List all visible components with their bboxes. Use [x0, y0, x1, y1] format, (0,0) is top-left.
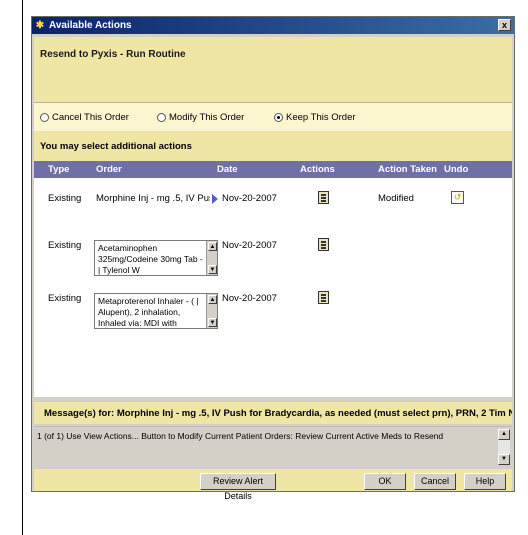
cancel-order-label: Cancel This Order: [52, 112, 129, 123]
order-text-box[interactable]: Acetaminophen 325mg/Codeine 30mg Tab - |…: [94, 240, 218, 276]
message-header: Message(s) for: Morphine Inj - mg .5, IV…: [34, 402, 512, 424]
row-type: Existing: [48, 240, 82, 251]
header-action-taken: Action Taken: [378, 164, 437, 175]
modify-order-label: Modify This Order: [169, 112, 245, 123]
header-order: Order: [96, 164, 122, 175]
radio-dot[interactable]: [40, 113, 49, 122]
help-button[interactable]: Help: [464, 473, 506, 490]
row-type: Existing: [48, 293, 82, 304]
actions-icon[interactable]: [318, 238, 329, 251]
keep-order-label: Keep This Order: [286, 112, 356, 123]
grid-header: Type Order Date Actions Action Taken Und…: [34, 161, 512, 178]
additional-actions-section: You may select additional actions: [34, 131, 512, 161]
additional-actions-title: You may select additional actions: [40, 141, 192, 152]
actions-icon[interactable]: [318, 191, 329, 204]
expand-arrow-icon[interactable]: [212, 194, 218, 204]
title-bar: ✱ Available Actions x: [32, 17, 514, 34]
row-action-taken: Modified: [378, 193, 414, 204]
keep-order-radio[interactable]: Keep This Order: [274, 112, 356, 123]
dialog-footer: Review Alert Details OK Cancel Help: [34, 469, 512, 501]
row-order: Acetaminophen 325mg/Codeine 30mg Tab - |…: [98, 243, 203, 275]
scroll-up-icon[interactable]: ▲: [498, 429, 510, 440]
row-order: Metaproterenol Inhaler - ( | Alupent), 2…: [98, 296, 199, 328]
header-actions: Actions: [300, 164, 335, 175]
row-date: Nov-20-2007: [222, 193, 277, 204]
cancel-order-radio[interactable]: Cancel This Order: [40, 112, 129, 123]
available-actions-dialog: ✱ Available Actions x Resend to Pyxis - …: [31, 16, 515, 501]
actions-icon[interactable]: [318, 291, 329, 304]
row-type: Existing: [48, 193, 82, 204]
message-scrollbar[interactable]: ▲ ▼: [498, 429, 510, 465]
message-text: 1 (of 1) Use View Actions... Button to M…: [37, 431, 444, 441]
orders-grid: Type Order Date Actions Action Taken Und…: [34, 161, 512, 397]
row-date: Nov-20-2007: [222, 293, 277, 304]
ok-button[interactable]: OK: [364, 473, 406, 490]
scroll-up-icon[interactable]: ▲: [208, 295, 217, 304]
scroll-down-icon[interactable]: ▼: [498, 454, 510, 465]
header-type: Type: [48, 164, 70, 175]
row-order: Morphine Inj - mg .5, IV Push for Bradyc: [96, 193, 210, 204]
scroll-down-icon[interactable]: ▼: [208, 318, 217, 327]
undo-icon[interactable]: ↺: [451, 191, 464, 204]
order-scrollbar[interactable]: ▲ ▼: [206, 294, 217, 328]
app-icon: ✱: [35, 20, 45, 31]
scroll-up-icon[interactable]: ▲: [208, 242, 217, 251]
message-area: 1 (of 1) Use View Actions... Button to M…: [34, 426, 512, 466]
header-date: Date: [217, 164, 238, 175]
cancel-button[interactable]: Cancel: [414, 473, 456, 490]
close-button[interactable]: x: [498, 19, 511, 31]
radio-dot-selected[interactable]: [274, 113, 283, 122]
order-scrollbar[interactable]: ▲ ▼: [206, 241, 217, 275]
resend-title: Resend to Pyxis - Run Routine: [40, 49, 186, 60]
window-title: Available Actions: [49, 20, 132, 31]
radio-dot[interactable]: [157, 113, 166, 122]
modify-order-radio[interactable]: Modify This Order: [157, 112, 244, 123]
row-date: Nov-20-2007: [222, 240, 277, 251]
order-text-box[interactable]: Metaproterenol Inhaler - ( | Alupent), 2…: [94, 293, 218, 329]
resend-section: Resend to Pyxis - Run Routine: [34, 37, 512, 103]
order-options: Cancel This Order Modify This Order Keep…: [34, 103, 512, 131]
scroll-down-icon[interactable]: ▼: [208, 265, 217, 274]
header-undo: Undo: [444, 164, 469, 175]
review-alert-details-button[interactable]: Review Alert Details: [200, 473, 276, 501]
